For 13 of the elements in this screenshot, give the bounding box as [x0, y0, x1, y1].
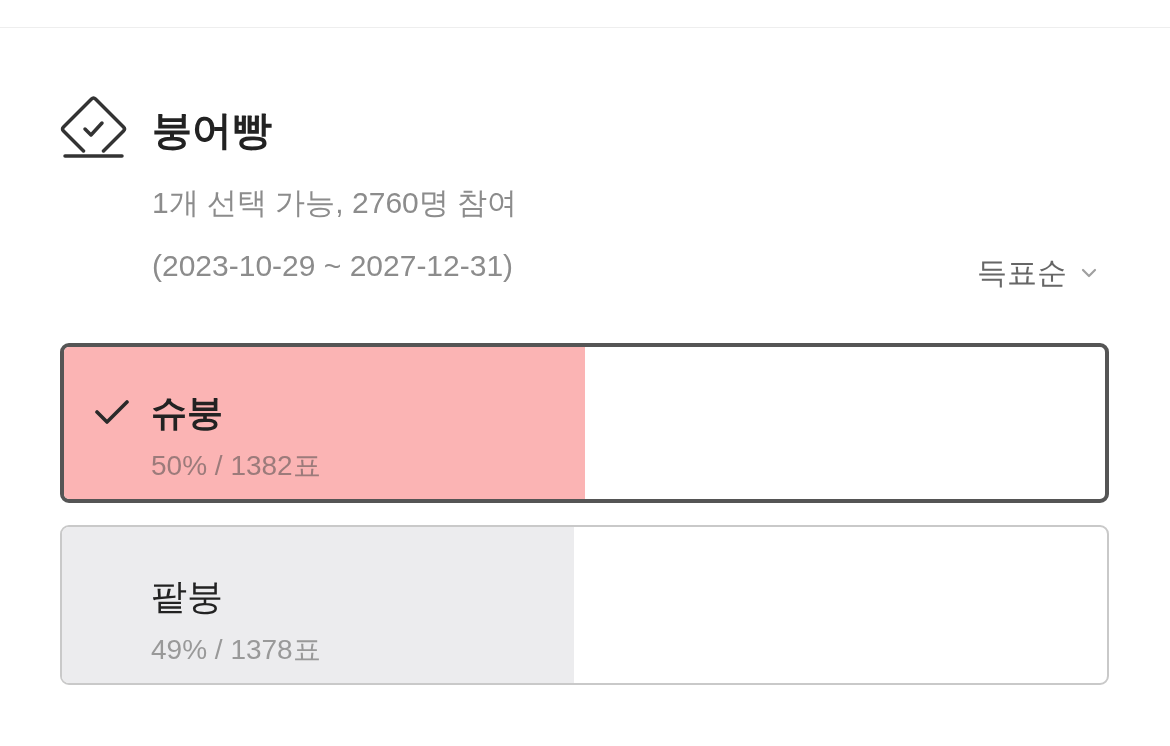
vote-stats: 49% / 1378표: [151, 632, 321, 667]
chevron-down-icon: [1081, 268, 1097, 278]
poll-option[interactable]: 슈붕 50% / 1382표: [60, 343, 1109, 503]
poll-option[interactable]: 팥붕 49% / 1378표: [60, 525, 1109, 685]
option-label: 슈붕: [151, 391, 223, 434]
check-icon: [94, 400, 129, 425]
poll-title: 붕어빵: [152, 107, 272, 154]
sort-dropdown[interactable]: 득표순: [977, 252, 1097, 294]
poll-info: 1개 선택 가능, 2760명 참여: [152, 185, 518, 221]
poll-period: (2023-10-29 ~ 2027-12-31): [152, 248, 514, 284]
vote-stats: 50% / 1382표: [151, 449, 321, 483]
ballot-check-icon: [60, 96, 127, 159]
option-label: 팥붕: [151, 574, 223, 618]
